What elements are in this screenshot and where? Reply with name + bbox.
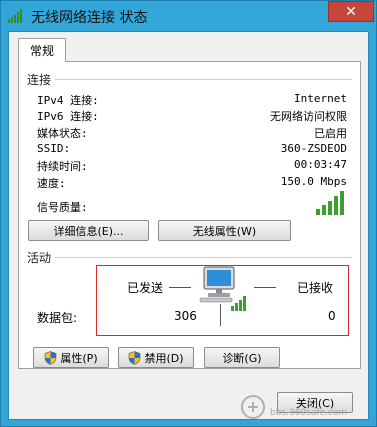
tab-label: 常规 <box>29 44 54 58</box>
ipv6-value: 无网络访问权限 <box>270 110 347 123</box>
disable-button[interactable]: 禁用(D) <box>118 347 194 368</box>
activity-section-label: 活动 <box>27 251 52 265</box>
close-icon: ✕ <box>345 3 357 20</box>
watermark-logo-icon <box>241 395 265 419</box>
signal-strength-icon <box>316 191 344 215</box>
section-divider <box>55 257 352 258</box>
status-dialog: 无线网络连接 状态 ✕ 常规 连接 IPv4 连接: Internet IPv6… <box>0 0 377 427</box>
sent-line <box>169 287 191 288</box>
ipv4-label: IPv4 连接: <box>37 94 99 107</box>
dialog-client-area: 常规 连接 IPv4 连接: Internet IPv6 连接: 无网络访问权限… <box>8 31 369 420</box>
window-title: 无线网络连接 状态 <box>31 10 148 26</box>
watermark-overlay: bbs.360safe.com <box>240 394 370 422</box>
ssid-label: SSID: <box>37 142 71 155</box>
sent-packets-value: 306 <box>174 309 197 323</box>
received-packets-value: 0 <box>328 309 336 323</box>
speed-label: 速度: <box>37 177 66 190</box>
media-state-label: 媒体状态: <box>37 127 88 140</box>
title-bar[interactable]: 无线网络连接 状态 ✕ <box>1 1 376 31</box>
speed-value: 150.0 Mbps <box>280 175 347 188</box>
sent-label: 已发送 <box>127 281 164 295</box>
signal-quality-label: 信号质量: <box>37 201 88 214</box>
close-window-button[interactable]: ✕ <box>328 1 374 22</box>
network-computer-icon <box>199 266 246 311</box>
uac-shield-icon <box>129 350 141 365</box>
connection-section-label: 连接 <box>27 73 52 87</box>
details-button[interactable]: 详细信息(E)... <box>28 220 149 241</box>
properties-button-label: 属性(P) <box>60 351 98 365</box>
section-divider <box>55 79 352 80</box>
received-label: 已接收 <box>297 281 334 295</box>
media-state-value: 已启用 <box>314 127 347 140</box>
properties-button[interactable]: 属性(P) <box>33 347 109 368</box>
packets-label: 数据包: <box>37 311 78 325</box>
wireless-properties-button[interactable]: 无线属性(W) <box>158 220 291 241</box>
ipv6-label: IPv6 连接: <box>37 110 99 123</box>
watermark-text: bbs.360safe.com <box>270 408 348 418</box>
received-line <box>254 287 276 288</box>
ipv4-value: Internet <box>294 92 347 105</box>
diagnose-button[interactable]: 诊断(G) <box>204 347 280 368</box>
ssid-value: 360-ZSDEOD <box>280 142 347 155</box>
duration-value: 00:03:47 <box>294 158 347 171</box>
wifi-signal-icon <box>8 9 22 23</box>
packets-divider <box>220 304 221 326</box>
uac-shield-icon <box>45 350 57 365</box>
duration-label: 持续时间: <box>37 160 88 173</box>
disable-button-label: 禁用(D) <box>144 351 184 365</box>
tab-general[interactable]: 常规 <box>18 38 66 62</box>
